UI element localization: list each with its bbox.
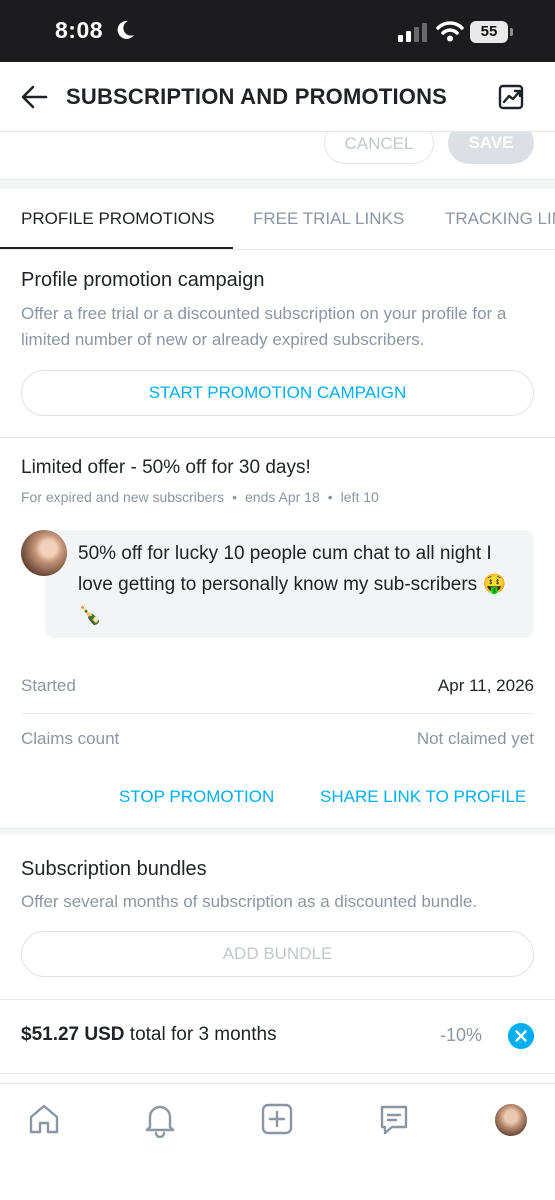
app-header: SUBSCRIPTION AND PROMOTIONS <box>0 62 555 132</box>
divider <box>0 437 555 438</box>
offer-title: Limited offer - 50% off for 30 days! <box>21 457 311 478</box>
offer-audience: For expired and new subscribers <box>21 489 225 505</box>
messages-icon[interactable] <box>377 1102 411 1138</box>
meta-separator: • <box>327 489 333 505</box>
divider <box>0 1073 555 1074</box>
battery-tip <box>510 28 513 36</box>
tab-profile-promotions[interactable]: PROFILE PROMOTIONS <box>21 209 215 229</box>
claims-count-value: Not claimed yet <box>416 729 534 748</box>
bell-icon[interactable] <box>143 1102 177 1138</box>
bundle-period: total for 3 months <box>129 1024 277 1045</box>
tab-tracking-links[interactable]: TRACKING LINKS <box>445 209 555 229</box>
offer-meta: For expired and new subscribers • ends Apr… <box>21 489 379 505</box>
active-tab-indicator <box>0 247 233 249</box>
tab-bar: PROFILE PROMOTIONS FREE TRIAL LINKS TRAC… <box>0 189 555 250</box>
started-label: Started <box>21 676 76 695</box>
avatar <box>21 530 67 576</box>
bundle-price: $51.27 USD <box>21 1024 125 1045</box>
cancel-button[interactable]: CANCEL <box>324 132 434 164</box>
bottom-navigation <box>0 1083 555 1200</box>
bundles-description: Offer several months of subscription as … <box>21 892 478 911</box>
divider <box>0 999 555 1000</box>
page-title: SUBSCRIPTION AND PROMOTIONS <box>66 84 448 109</box>
offer-remaining: left 10 <box>340 489 379 505</box>
form-actions: CANCEL SAVE <box>0 132 555 180</box>
stop-promotion-button[interactable]: STOP PROMOTION <box>119 787 274 807</box>
offer-end-date: ends Apr 18 <box>245 489 320 505</box>
statistics-icon[interactable] <box>497 83 525 111</box>
promotion-campaign-title: Profile promotion campaign <box>21 269 265 291</box>
divider <box>21 713 534 714</box>
bundles-title: Subscription bundles <box>21 858 207 880</box>
remove-bundle-icon[interactable] <box>508 1023 534 1049</box>
tab-free-trial-links[interactable]: FREE TRIAL LINKS <box>253 209 404 229</box>
home-icon[interactable] <box>27 1102 61 1136</box>
section-gap <box>0 828 555 834</box>
cellular-signal-icon <box>398 23 427 42</box>
bundle-discount: -10% <box>440 1025 483 1045</box>
section-gap <box>0 180 555 189</box>
share-link-button[interactable]: SHARE LINK TO PROFILE <box>320 787 526 807</box>
meta-separator: • <box>232 489 238 505</box>
promotion-campaign-description: Offer a free trial or a discounted subsc… <box>21 304 507 349</box>
moon-icon <box>117 20 134 39</box>
add-post-icon[interactable] <box>260 1102 294 1136</box>
claims-count-label: Claims count <box>21 729 120 748</box>
save-button[interactable]: SAVE <box>448 132 534 164</box>
bundle-row: $51.27 USD total for 3 months <box>21 1024 277 1046</box>
battery-indicator: 55 <box>470 21 508 43</box>
start-promotion-button[interactable]: START PROMOTION CAMPAIGN <box>21 370 534 416</box>
add-bundle-button[interactable]: ADD BUNDLE <box>21 931 534 977</box>
status-bar: 8:08 55 <box>0 0 555 62</box>
offer-message-bubble: 50% off for lucky 10 people cum chat to … <box>45 530 534 638</box>
back-arrow-icon[interactable] <box>20 84 48 110</box>
started-value: Apr 11, 2026 <box>437 676 534 695</box>
wifi-icon <box>436 21 464 42</box>
status-time: 8:08 <box>55 17 104 43</box>
offer-message: 50% off for lucky 10 people cum chat to … <box>78 543 507 626</box>
profile-avatar[interactable] <box>495 1104 527 1136</box>
